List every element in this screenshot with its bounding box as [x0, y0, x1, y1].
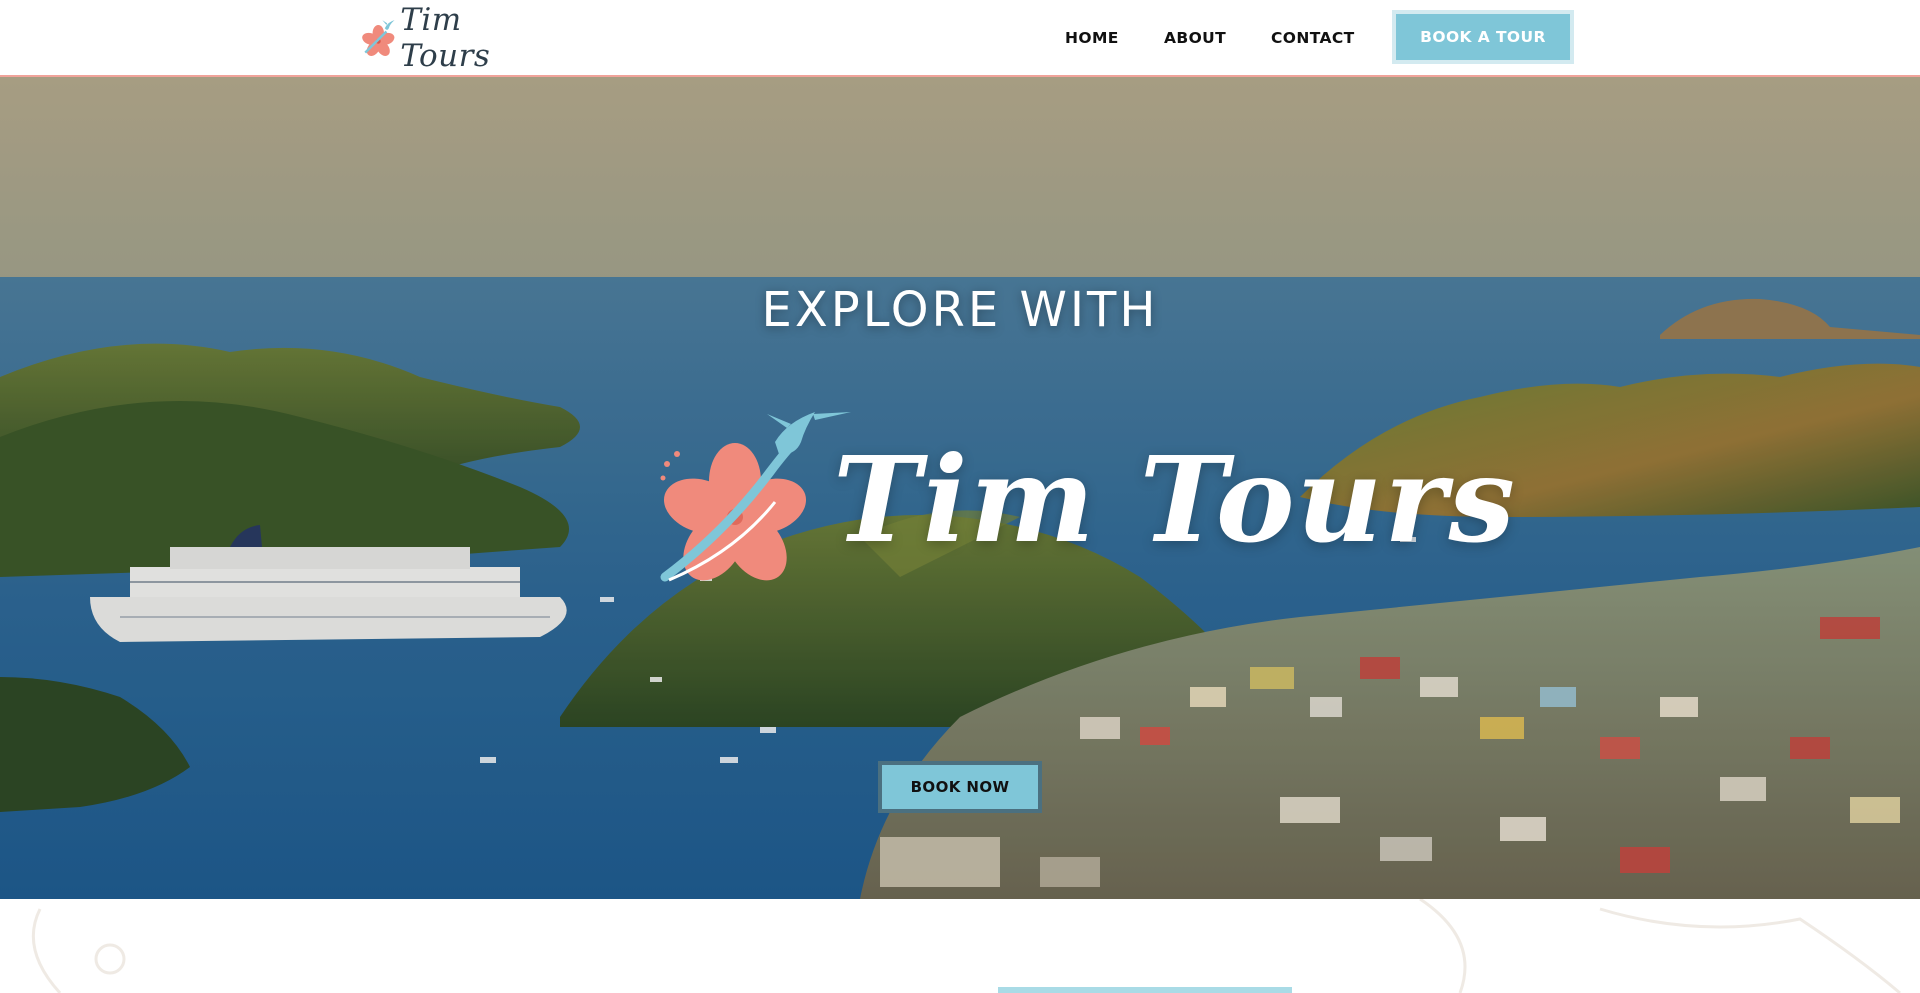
- hero-logo-text: Tim Tours: [833, 430, 1517, 569]
- nav-item-about: ABOUT: [1164, 0, 1226, 75]
- hibiscus-hummingbird-icon: [362, 20, 395, 56]
- site-logo[interactable]: Tim Tours: [362, 2, 532, 74]
- hibiscus-hummingbird-icon: [660, 412, 851, 582]
- next-section: [0, 899, 1920, 993]
- hero-heading: EXPLORE WITH: [761, 282, 1159, 338]
- nav-link-home[interactable]: HOME: [1065, 29, 1119, 47]
- book-now-button[interactable]: BOOK NOW: [878, 761, 1042, 813]
- nav-item-contact: CONTACT: [1271, 0, 1355, 75]
- nav-link-contact[interactable]: CONTACT: [1271, 29, 1355, 47]
- book-a-tour-button[interactable]: BOOK A TOUR: [1392, 10, 1574, 64]
- hero-logo: Tim Tours: [655, 402, 1515, 602]
- hero-section: EXPLORE WITH Tim Tours BOOK NOW: [0, 77, 1920, 899]
- next-section-image-edge: [998, 987, 1292, 993]
- decorative-pattern: [31, 899, 1901, 993]
- logo-text: Tim Tours: [400, 2, 491, 74]
- site-header: Tim Tours HOME ABOUT CONTACT BOOK A TOUR: [0, 0, 1920, 77]
- nav-link-about[interactable]: ABOUT: [1164, 29, 1226, 47]
- nav-item-home: HOME: [1065, 0, 1119, 75]
